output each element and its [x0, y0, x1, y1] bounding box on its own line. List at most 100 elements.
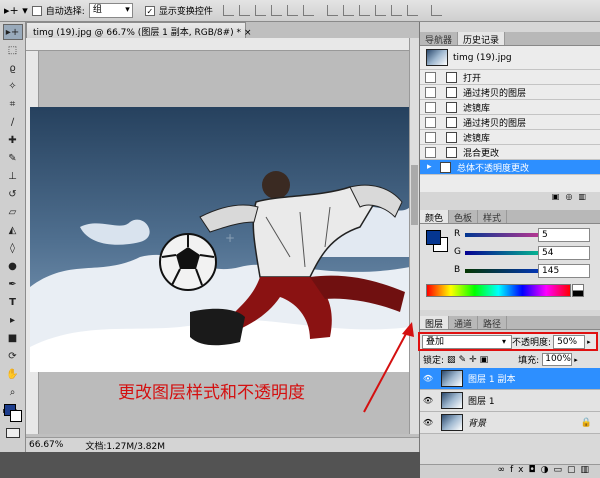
history-source-checkbox[interactable] [425, 71, 436, 83]
opacity-input[interactable]: 50% [553, 334, 586, 349]
tab-swatches[interactable]: 色板 [449, 210, 479, 224]
history-source-checkbox[interactable] [425, 86, 436, 98]
history-item[interactable]: 混合更改 [420, 145, 600, 160]
history-source-checkbox[interactable] [425, 116, 436, 128]
history-brush-tool-icon[interactable]: ↺ [3, 186, 23, 202]
lock-position-icon[interactable]: ✛ [469, 355, 477, 365]
link-layers-icon[interactable]: ∞ [497, 465, 510, 475]
pen-tool-icon[interactable]: ✒ [3, 276, 23, 292]
paint-bucket-tool-icon[interactable]: ◭ [3, 222, 23, 238]
layer-name[interactable]: 背景 [468, 416, 486, 429]
crop-tool-icon[interactable]: ⌗ [3, 96, 23, 112]
magic-wand-tool-icon[interactable]: ✧ [3, 78, 23, 94]
layer-name[interactable]: 图层 1 副本 [468, 372, 515, 385]
move-tool-icon[interactable]: ▸+ ▾ [4, 4, 28, 17]
spectrum-black-white[interactable] [572, 284, 584, 297]
align-top-icon[interactable] [222, 5, 234, 16]
shape-tool-icon[interactable]: ■ [3, 330, 23, 346]
distribute-right-icon[interactable] [406, 5, 418, 16]
tab-channels[interactable]: 通道 [449, 316, 479, 330]
auto-align-icon[interactable] [430, 5, 442, 16]
move-tool-icon[interactable]: ▸+ [2, 24, 23, 40]
lock-transparent-icon[interactable]: ▨ [447, 355, 456, 365]
delete-layer-icon[interactable]: ▥ [580, 465, 594, 475]
align-left-icon[interactable] [270, 5, 282, 16]
tab-paths[interactable]: 路径 [478, 316, 508, 330]
zoom-tool-icon[interactable]: ⌕ [3, 384, 23, 400]
new-document-icon[interactable]: ▣ [552, 192, 566, 201]
auto-select-checkbox[interactable] [31, 5, 42, 16]
zoom-level[interactable]: 66.67% [29, 440, 63, 450]
distribute-vcenter-icon[interactable] [342, 5, 354, 16]
lock-image-icon[interactable]: ✎ [459, 355, 467, 365]
hand-tool-icon[interactable]: ✋ [3, 366, 23, 382]
blend-mode-chevron-down-icon[interactable]: ▾ [502, 337, 506, 346]
delete-icon[interactable]: ▥ [578, 192, 592, 201]
distribute-left-icon[interactable] [374, 5, 386, 16]
tab-navigator[interactable]: 导航器 [420, 32, 459, 46]
history-item[interactable]: 滤镜库 [420, 100, 600, 115]
align-vcenter-icon[interactable] [238, 5, 250, 16]
lock-all-icon[interactable]: ▣ [480, 355, 489, 365]
align-bottom-icon[interactable] [254, 5, 266, 16]
history-snapshot[interactable]: timg (19).jpg [420, 46, 600, 70]
layer-row[interactable]: 👁 图层 1 [420, 390, 600, 412]
new-group-icon[interactable]: ▭ [553, 465, 567, 475]
dodge-tool-icon[interactable]: ● [3, 258, 23, 274]
tab-history[interactable]: 历史记录 [458, 32, 506, 46]
layer-row[interactable]: 👁 背景 🔒 [420, 412, 600, 434]
clone-stamp-tool-icon[interactable]: ⊥ [3, 168, 23, 184]
layer-row-selected[interactable]: 👁 图层 1 副本 [420, 368, 600, 390]
marquee-tool-icon[interactable]: ⬚ [3, 42, 23, 58]
visibility-eye-icon[interactable]: 👁 [420, 418, 436, 427]
visibility-eye-icon[interactable]: 👁 [420, 374, 436, 383]
distribute-top-icon[interactable] [326, 5, 338, 16]
blur-tool-icon[interactable]: ◊ [3, 240, 23, 256]
quick-mask-icon[interactable] [6, 428, 20, 438]
lasso-tool-icon[interactable]: ϱ [3, 60, 23, 76]
opacity-slider-arrow-icon[interactable]: ▸ [587, 338, 591, 346]
history-item[interactable]: 打开 [420, 70, 600, 85]
path-selection-tool-icon[interactable]: ▸ [3, 312, 23, 328]
eraser-tool-icon[interactable]: ▱ [3, 204, 23, 220]
align-hcenter-icon[interactable] [286, 5, 298, 16]
history-source-checkbox[interactable] [425, 131, 436, 143]
history-item[interactable]: 滤镜库 [420, 130, 600, 145]
align-right-icon[interactable] [302, 5, 314, 16]
new-layer-icon[interactable]: ▢ [567, 465, 581, 475]
eyedropper-tool-icon[interactable]: ∕ [3, 114, 23, 130]
color-spectrum-bar[interactable] [426, 284, 571, 297]
history-item-selected[interactable]: ▸ 总体不透明度更改 [420, 160, 600, 175]
channel-g-input[interactable]: 54 [538, 246, 590, 260]
scrollbar-thumb[interactable] [411, 165, 418, 225]
distribute-bottom-icon[interactable] [358, 5, 370, 16]
fill-slider-arrow-icon[interactable]: ▸ [574, 356, 578, 364]
distribute-hcenter-icon[interactable] [390, 5, 402, 16]
new-snapshot-icon[interactable]: ◎ [565, 192, 578, 201]
tab-color[interactable]: 颜色 [420, 210, 450, 224]
layer-style-icon[interactable]: fx [510, 465, 529, 475]
auto-select-dropdown[interactable]: 组 [88, 3, 133, 18]
adjustment-layer-icon[interactable]: ◑ [541, 465, 554, 475]
history-item[interactable]: 通过拷贝的图层 [420, 85, 600, 100]
background-color-swatch[interactable] [10, 410, 22, 422]
channel-b-input[interactable]: 145 [538, 264, 590, 278]
layer-name[interactable]: 图层 1 [468, 394, 495, 407]
type-tool-icon[interactable]: T [3, 294, 23, 310]
layer-mask-icon[interactable]: ◘ [528, 465, 540, 475]
history-source-checkbox[interactable] [425, 101, 436, 113]
healing-brush-tool-icon[interactable]: ✚ [3, 132, 23, 148]
history-source-checkbox[interactable] [425, 146, 436, 158]
history-item[interactable]: 通过拷贝的图层 [420, 115, 600, 130]
show-transform-checkbox[interactable]: ✓ [144, 5, 155, 16]
document-tab[interactable]: timg (19).jpg @ 66.7% (图层 1 副本, RGB/8#) … [26, 22, 251, 38]
color-fg-swatch[interactable] [426, 230, 441, 245]
3d-rotate-tool-icon[interactable]: ⟳ [3, 348, 23, 364]
canvas-image[interactable]: + [30, 107, 410, 372]
tab-layers[interactable]: 图层 [420, 316, 450, 330]
visibility-eye-icon[interactable]: 👁 [420, 396, 436, 405]
brush-tool-icon[interactable]: ✎ [3, 150, 23, 166]
blend-mode-dropdown[interactable]: 叠加 [422, 334, 512, 349]
close-tab-icon[interactable]: × [244, 28, 252, 38]
fill-input[interactable]: 100% [542, 353, 573, 366]
